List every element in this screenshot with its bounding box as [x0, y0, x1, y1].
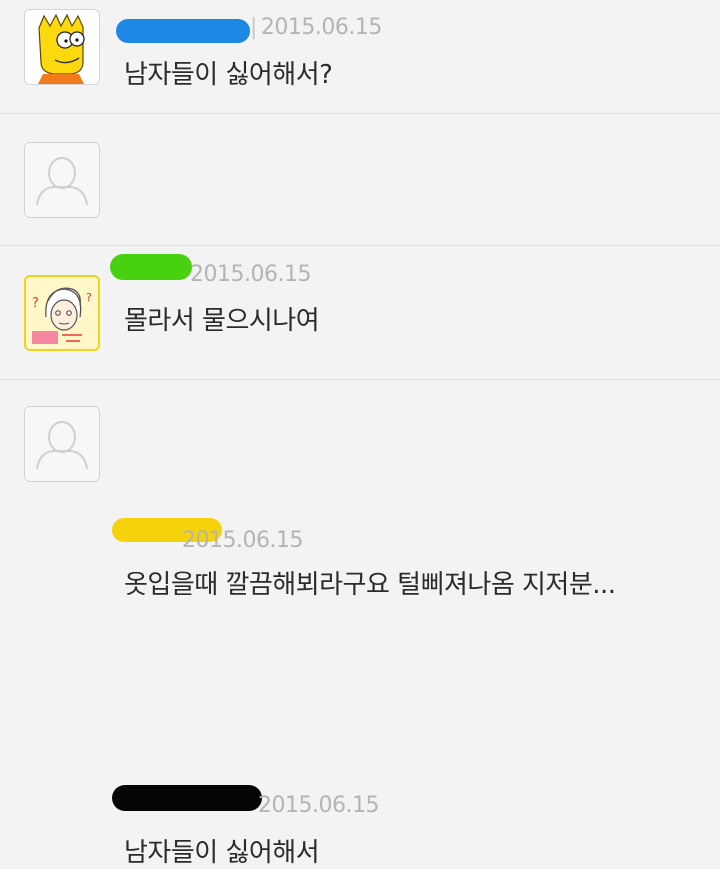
- comment-meta: | 2015.06.15: [250, 15, 382, 40]
- meta-separator: |: [250, 15, 257, 40]
- person-silhouette-icon: [36, 421, 88, 470]
- comment-row[interactable]: 2015.06.15 몰라서 물으시나여: [0, 114, 720, 336]
- person-silhouette-icon: [36, 157, 88, 206]
- comment-row[interactable]: ? ? 2015.06.15 옷입을때 깔끔해뵈라구요 털삐져나옴 지저분...: [0, 246, 720, 600]
- redacted-username: [116, 19, 250, 43]
- cartoon-face-icon: ? ?: [26, 277, 98, 349]
- comment-text: 남자들이 싫어해서?: [124, 60, 333, 90]
- comment-date: 2015.06.15: [258, 793, 379, 818]
- comment-meta: 2015.06.15: [258, 793, 379, 818]
- comment-date: 2015.06.15: [260, 15, 382, 40]
- bart-simpson-icon: [25, 10, 99, 84]
- comment-text: 옷입을때 깔끔해뵈라구요 털삐져나옴 지저분...: [124, 570, 616, 600]
- redacted-username: [112, 785, 262, 811]
- comment-row[interactable]: | 2015.06.15 남자들이 싫어해서?: [0, 0, 720, 114]
- comment-meta: 2015.06.15: [182, 528, 303, 553]
- cartoon-face-avatar[interactable]: ? ?: [24, 275, 100, 351]
- svg-text:?: ?: [86, 291, 92, 304]
- bart-simpson-avatar[interactable]: [24, 9, 100, 85]
- comment-text: 남자들이 싫어해서: [124, 838, 320, 868]
- svg-text:?: ?: [32, 296, 39, 311]
- comment-date: 2015.06.15: [182, 528, 303, 553]
- comment-row[interactable]: 2015.06.15 남자들이 싫어해서: [0, 380, 720, 868]
- default-avatar[interactable]: [24, 406, 100, 482]
- comment-list: | 2015.06.15 남자들이 싫어해서? 2015.06.15 몰라서 물으…: [0, 0, 720, 868]
- default-avatar[interactable]: [24, 142, 100, 218]
